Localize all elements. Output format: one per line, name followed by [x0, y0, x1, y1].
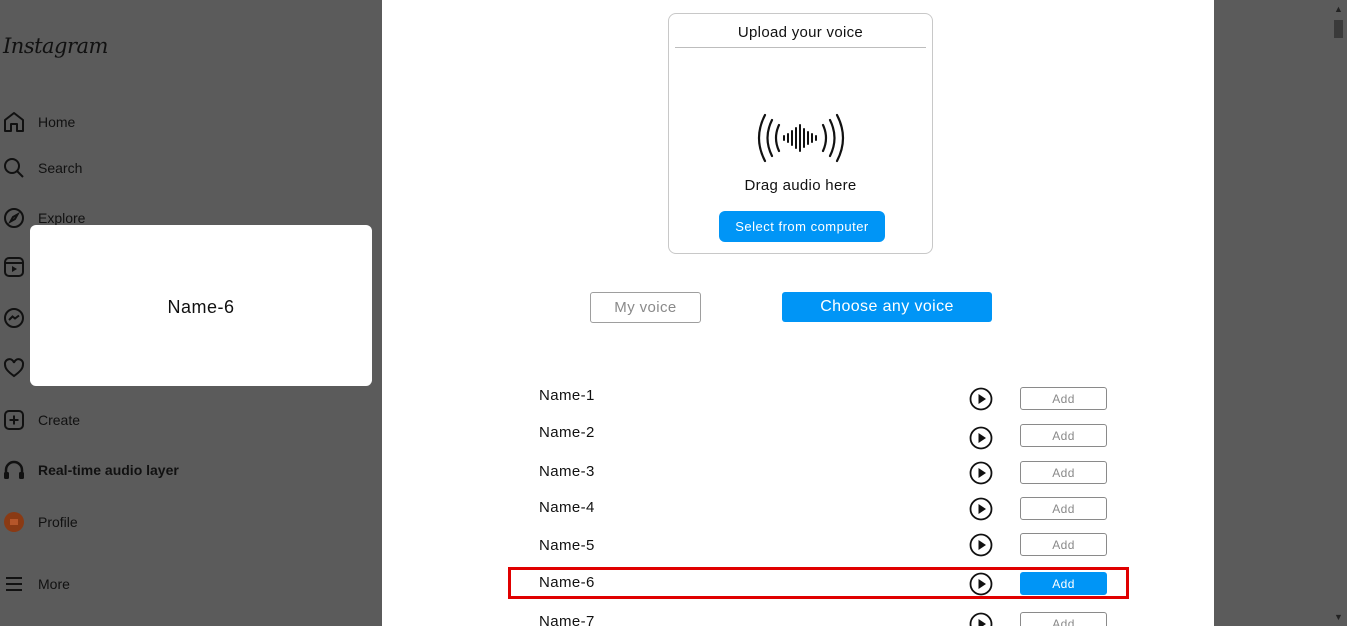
sidebar-item-real-time-audio-layer[interactable]: Real-time audio layer	[0, 455, 179, 485]
play-icon[interactable]	[969, 387, 993, 411]
sidebar-item-search[interactable]: Search	[0, 153, 82, 183]
selected-row-highlight	[508, 567, 1129, 599]
sidebar-item-label: Real-time audio layer	[38, 462, 179, 478]
tab-my-voice[interactable]: My voice	[590, 292, 701, 323]
voice-name: Name-5	[539, 537, 595, 554]
sidebar-item-more[interactable]: More	[0, 569, 70, 599]
compass-icon	[0, 204, 28, 232]
search-icon	[0, 154, 28, 182]
voice-name: Name-1	[539, 387, 595, 404]
selected-voice-name: Name-6	[167, 297, 235, 317]
add-voice-button[interactable]: Add	[1020, 461, 1107, 484]
upload-voice-dropzone[interactable]: Upload your voice Drag audio here Select…	[668, 13, 933, 254]
scrollbar-thumb[interactable]	[1334, 20, 1343, 38]
scroll-up-arrow-icon[interactable]: ▲	[1334, 4, 1343, 14]
voice-name: Name-7	[539, 613, 595, 626]
voice-list-item: Name-7 Add	[539, 612, 1119, 626]
sidebar-item-messages[interactable]	[0, 303, 28, 333]
add-voice-button[interactable]: Add	[1020, 387, 1107, 410]
voice-list-item: Name-3 Add	[539, 461, 1119, 487]
instagram-logo[interactable]: Instagram	[3, 34, 108, 58]
add-voice-button[interactable]: Add	[1020, 533, 1107, 556]
add-voice-button[interactable]: Add	[1020, 612, 1107, 626]
page-scrollbar[interactable]: ▲ ▼	[1330, 0, 1347, 626]
sidebar-item-label: Explore	[38, 210, 86, 226]
sidebar-item-label: Search	[38, 160, 83, 176]
messenger-icon	[0, 304, 28, 332]
play-icon[interactable]	[969, 426, 993, 450]
sidebar-item-home[interactable]: Home	[0, 107, 75, 137]
voice-list-item: Name-5 Add	[539, 533, 1119, 559]
heart-icon	[0, 354, 28, 382]
sidebar-item-label: Profile	[38, 514, 78, 530]
drag-audio-text: Drag audio here	[744, 177, 857, 194]
plus-square-icon	[0, 406, 28, 434]
voice-list-item: Name-2 Add	[539, 424, 1119, 450]
voice-name: Name-3	[539, 463, 595, 480]
sidebar-item-profile[interactable]: Profile	[0, 507, 78, 537]
voice-modal: Upload your voice Drag audio here Select…	[382, 0, 1214, 626]
play-icon[interactable]	[969, 497, 993, 521]
menu-icon	[0, 570, 28, 598]
scroll-down-arrow-icon[interactable]: ▼	[1334, 612, 1343, 622]
sidebar-item-label: More	[38, 576, 70, 592]
voice-list-item: Name-1 Add	[539, 387, 1119, 413]
headphones-icon	[0, 456, 28, 484]
tab-choose-any-voice[interactable]: Choose any voice	[782, 292, 992, 322]
play-icon[interactable]	[969, 533, 993, 557]
sidebar-item-label: Home	[38, 114, 76, 130]
selected-voice-popup: Name-6	[30, 225, 372, 386]
home-icon	[0, 108, 28, 136]
sidebar-item-reels[interactable]	[0, 252, 28, 282]
audio-wave-icon	[757, 113, 845, 163]
play-icon[interactable]	[969, 461, 993, 485]
play-icon[interactable]	[969, 612, 993, 626]
avatar-icon	[0, 508, 28, 536]
add-voice-button[interactable]: Add	[1020, 424, 1107, 447]
reels-icon	[0, 253, 28, 281]
voice-name: Name-2	[539, 424, 595, 441]
sidebar-item-notifications[interactable]	[0, 353, 28, 383]
sidebar-item-create[interactable]: Create	[0, 405, 80, 435]
voice-name: Name-4	[539, 499, 595, 516]
upload-title: Upload your voice	[675, 24, 926, 48]
sidebar-item-label: Create	[38, 412, 81, 428]
add-voice-button[interactable]: Add	[1020, 497, 1107, 520]
voice-list-item: Name-4 Add	[539, 497, 1119, 523]
select-from-computer-button[interactable]: Select from computer	[719, 211, 885, 242]
